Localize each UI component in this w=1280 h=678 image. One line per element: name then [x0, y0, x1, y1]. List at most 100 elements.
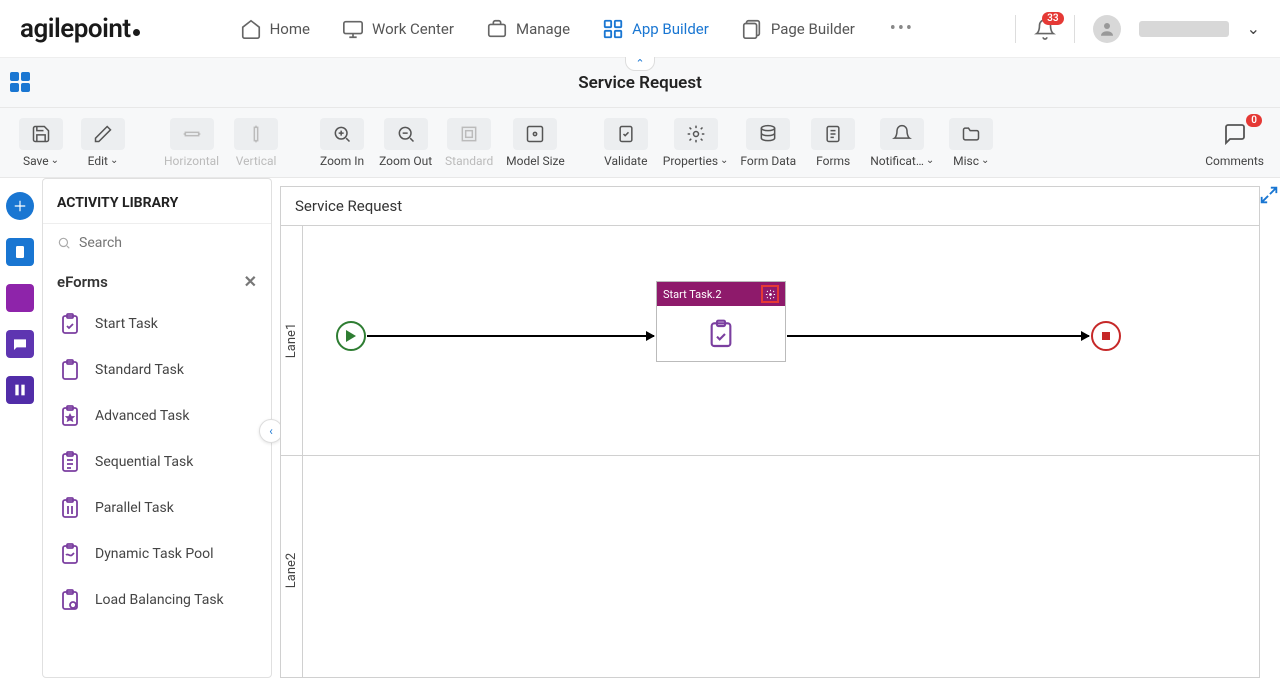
- task-node-start-task-2[interactable]: Start Task.2: [656, 281, 786, 362]
- canvas-title: Service Request: [281, 187, 1259, 226]
- notification-badge: 33: [1042, 12, 1063, 25]
- nav-work-center-label: Work Center: [372, 20, 454, 38]
- clipboard-icon: [57, 357, 83, 383]
- lib-item-advanced-task[interactable]: Advanced Task: [43, 393, 271, 439]
- clipboard-parallel-icon: [57, 495, 83, 521]
- lib-item-parallel-task[interactable]: Parallel Task: [43, 485, 271, 531]
- form-data-button[interactable]: Form Data: [740, 118, 796, 168]
- rail-columns[interactable]: [6, 376, 34, 404]
- model-size-button[interactable]: Model Size: [506, 118, 565, 168]
- database-icon: [746, 118, 790, 150]
- vertical-button[interactable]: Vertical: [231, 118, 281, 168]
- form-icon: [811, 118, 855, 150]
- clipboard-pool-icon: [57, 541, 83, 567]
- zoom-in-button[interactable]: Zoom In: [317, 118, 367, 168]
- lane-2[interactable]: Lane2: [281, 456, 1259, 678]
- lane-1[interactable]: Lane1 Start Task.2: [281, 226, 1259, 456]
- zoom-out-icon: [384, 118, 428, 150]
- end-node[interactable]: [1091, 321, 1121, 351]
- task-node-header: Start Task.2: [657, 282, 785, 306]
- zoom-out-button[interactable]: Zoom Out: [379, 118, 432, 168]
- canvas-wrap: Service Request Lane1 Start Task.2: [280, 178, 1280, 678]
- validate-button[interactable]: Validate: [601, 118, 651, 168]
- rail-clipboard[interactable]: [6, 238, 34, 266]
- expand-canvas-button[interactable]: [1258, 184, 1280, 206]
- nav-app-builder-label: App Builder: [632, 20, 709, 38]
- standard-button[interactable]: Standard: [444, 118, 494, 168]
- lib-item-start-task[interactable]: Start Task: [43, 301, 271, 347]
- logo: agilepoint: [20, 14, 140, 44]
- lib-item-load-balancing[interactable]: Load Balancing Task: [43, 577, 271, 623]
- search-icon: [57, 234, 71, 252]
- sidebar-group-eforms[interactable]: eForms ✕: [43, 262, 271, 301]
- misc-button[interactable]: Misc⌄: [946, 118, 996, 168]
- edit-button[interactable]: Edit⌄: [78, 118, 128, 168]
- divider: [1074, 15, 1075, 43]
- library-list: Start Task Standard Task Advanced Task S…: [43, 301, 271, 677]
- edit-icon: [81, 118, 125, 150]
- model-size-icon: [513, 118, 557, 150]
- home-icon: [240, 18, 262, 40]
- process-canvas[interactable]: Service Request Lane1 Start Task.2: [280, 186, 1260, 678]
- validate-icon: [604, 118, 648, 150]
- folder-icon: [949, 118, 993, 150]
- connector-2[interactable]: [787, 335, 1089, 337]
- toolbar: Save⌄ Edit⌄ Horizontal Vertical Zoom In …: [0, 108, 1280, 178]
- lane-2-label: Lane2: [281, 456, 303, 678]
- gear-icon: [674, 118, 718, 150]
- horizontal-button[interactable]: Horizontal: [164, 118, 219, 168]
- nav-more[interactable]: •••: [887, 18, 917, 39]
- main-area: ACTIVITY LIBRARY eForms ✕ Start Task Sta…: [0, 178, 1280, 678]
- clipboard-check-icon: [57, 311, 83, 337]
- lanes: Lane1 Start Task.2: [281, 226, 1259, 676]
- connector-1[interactable]: [367, 335, 654, 337]
- title-bar: ⌃ Service Request: [0, 58, 1280, 108]
- nav-home-label: Home: [270, 20, 310, 38]
- comments-button[interactable]: 0 Comments: [1205, 118, 1264, 168]
- sidebar-search[interactable]: [43, 224, 271, 262]
- search-input[interactable]: [79, 235, 257, 251]
- user-name[interactable]: [1139, 21, 1229, 37]
- notifications-button-toolbar[interactable]: Notificat…⌄: [870, 118, 934, 168]
- task-node-body: [657, 306, 785, 361]
- nav-page-builder[interactable]: Page Builder: [741, 18, 855, 40]
- topnav-right: 33 ⌄: [1015, 15, 1260, 43]
- nav-app-builder[interactable]: App Builder: [602, 18, 709, 40]
- page-title: Service Request: [578, 73, 702, 93]
- nav-items: Home Work Center Manage App Builder Page…: [240, 18, 1015, 40]
- briefcase-icon: [486, 18, 508, 40]
- clipboard-list-icon: [57, 449, 83, 475]
- vertical-icon: [234, 118, 278, 150]
- forms-button[interactable]: Forms: [808, 118, 858, 168]
- rail-chat[interactable]: [6, 330, 34, 358]
- lib-item-sequential-task[interactable]: Sequential Task: [43, 439, 271, 485]
- apps-grid-icon[interactable]: [10, 72, 32, 94]
- lib-item-dynamic-pool[interactable]: Dynamic Task Pool: [43, 531, 271, 577]
- top-nav: agilepoint Home Work Center Manage App B…: [0, 0, 1280, 58]
- comments-badge: 0: [1246, 114, 1262, 127]
- save-button[interactable]: Save⌄: [16, 118, 66, 168]
- chevron-down-icon[interactable]: ⌄: [1247, 19, 1260, 38]
- add-button[interactable]: [6, 192, 34, 220]
- pages-icon: [741, 18, 763, 40]
- monitor-icon: [342, 18, 364, 40]
- horizontal-icon: [170, 118, 214, 150]
- rail-list[interactable]: [6, 284, 34, 312]
- nav-work-center[interactable]: Work Center: [342, 18, 454, 40]
- notifications-button[interactable]: 33: [1034, 18, 1056, 40]
- standard-icon: [447, 118, 491, 150]
- task-gear-button[interactable]: [761, 285, 779, 303]
- left-rail: [0, 178, 40, 678]
- clipboard-balance-icon: [57, 587, 83, 613]
- zoom-in-icon: [320, 118, 364, 150]
- clipboard-check-icon: [705, 318, 737, 350]
- nav-manage[interactable]: Manage: [486, 18, 570, 40]
- user-avatar[interactable]: [1093, 15, 1121, 43]
- collapse-up-button[interactable]: ⌃: [625, 57, 655, 71]
- apps-icon: [602, 18, 624, 40]
- properties-button[interactable]: Properties⌄: [663, 118, 729, 168]
- nav-home[interactable]: Home: [240, 18, 310, 40]
- close-icon[interactable]: ✕: [244, 272, 257, 291]
- lib-item-standard-task[interactable]: Standard Task: [43, 347, 271, 393]
- start-node[interactable]: [336, 321, 366, 351]
